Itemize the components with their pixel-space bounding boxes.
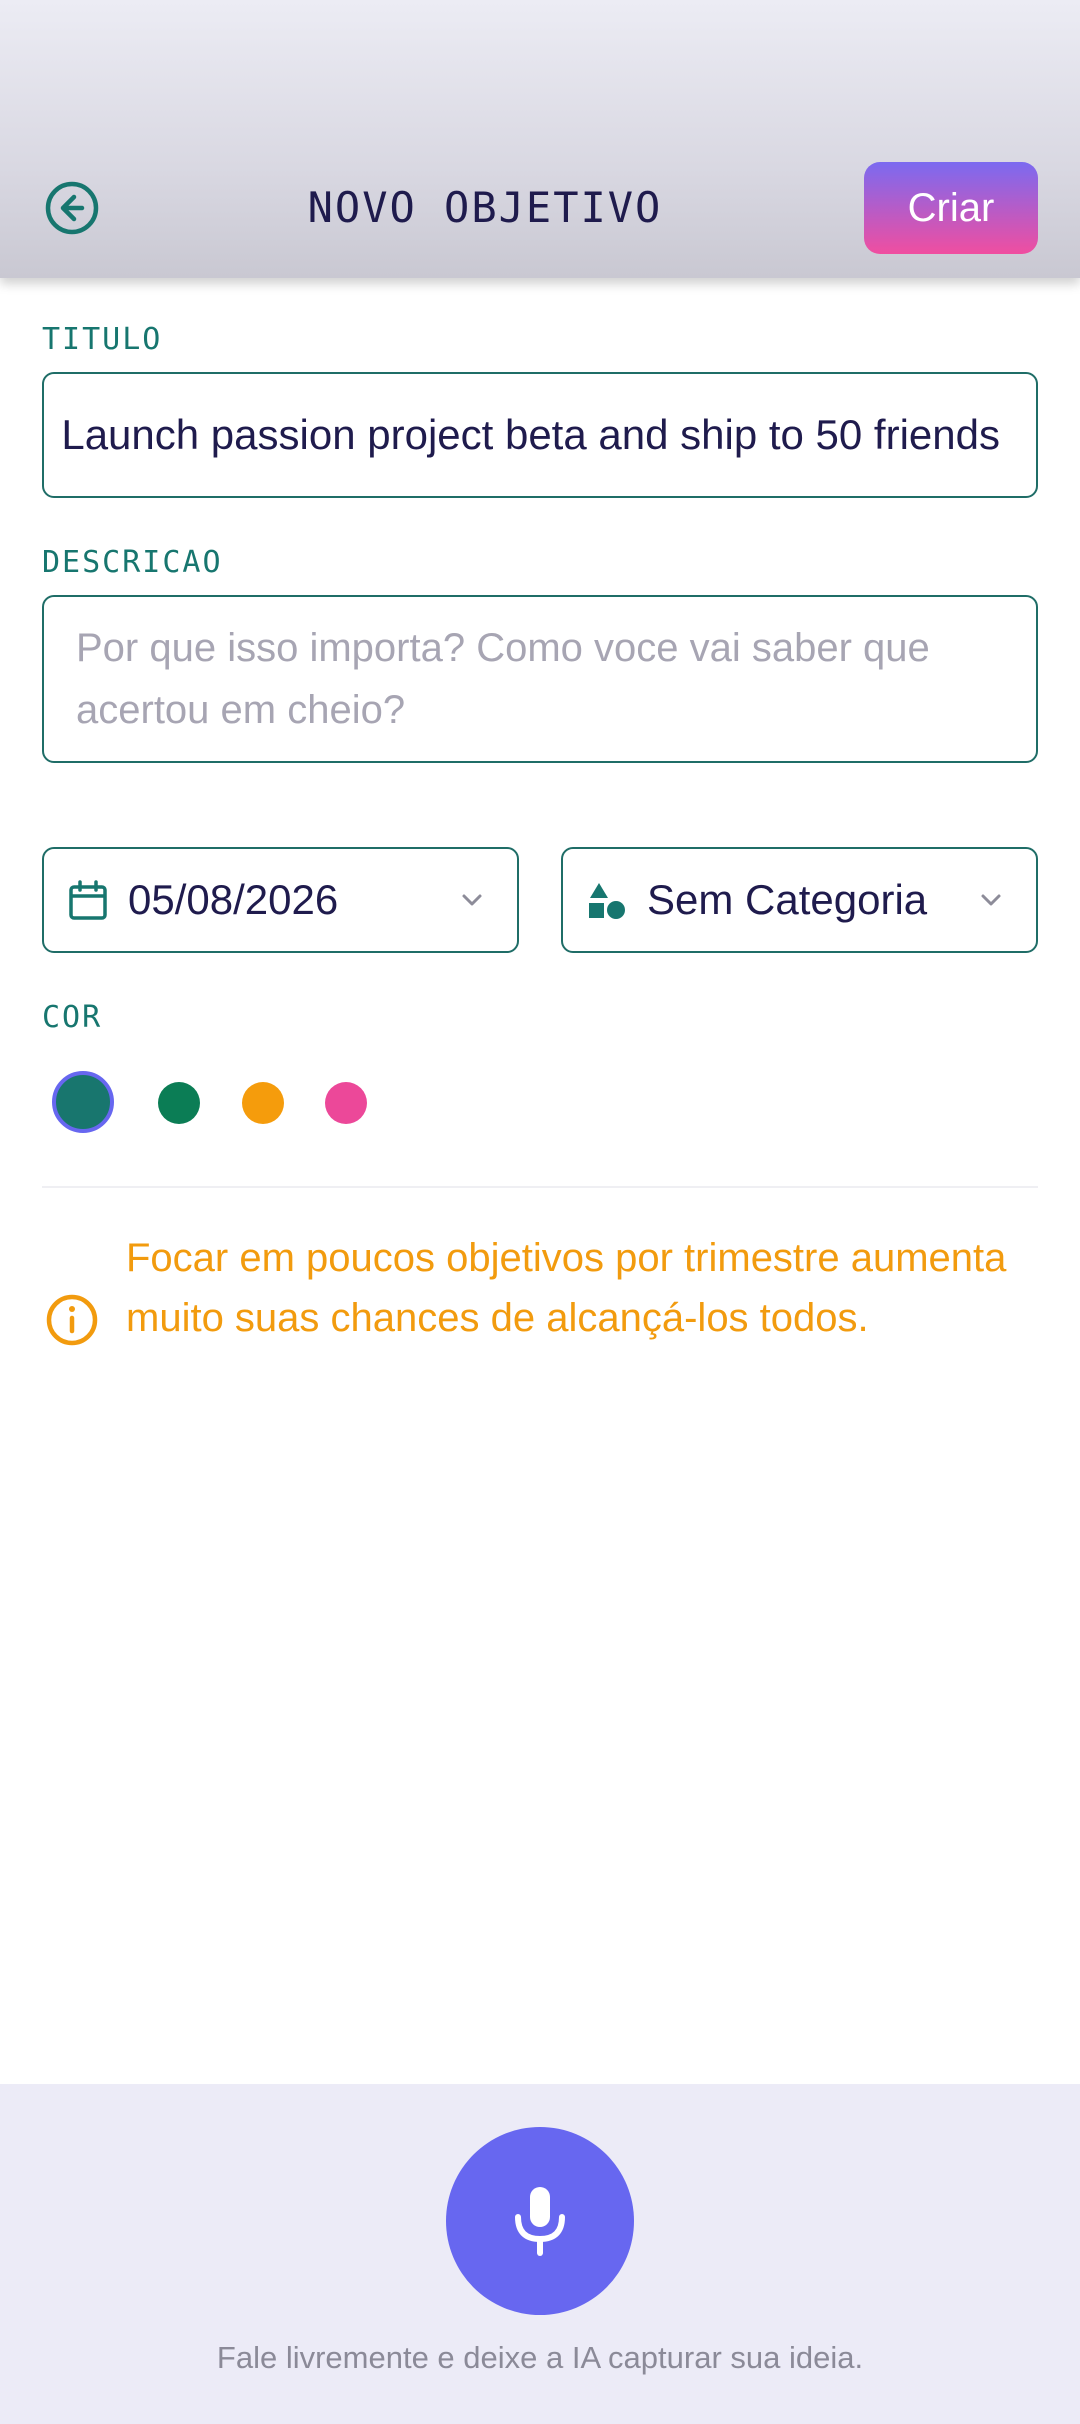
description-label: DESCRICAO xyxy=(42,545,223,580)
voice-hint-text: Fale livremente e deixe a IA capturar su… xyxy=(216,2340,864,2375)
color-label: COR xyxy=(42,1000,103,1035)
date-select[interactable]: 05/08/2026 xyxy=(42,847,519,953)
info-circle-icon xyxy=(46,1294,98,1346)
title-input[interactable]: Launch passion project beta and ship to … xyxy=(42,372,1038,498)
create-button[interactable]: Criar xyxy=(864,162,1038,254)
date-value: 05/08/2026 xyxy=(128,876,339,923)
title-input-value: Launch passion project beta and ship to … xyxy=(61,411,1000,458)
color-swatch-orange[interactable] xyxy=(242,1082,284,1124)
shapes-icon xyxy=(589,883,625,919)
chevron-down-icon xyxy=(462,894,482,906)
microphone-button[interactable] xyxy=(446,2127,634,2315)
description-input[interactable]: Por que isso importa? Como voce vai sabe… xyxy=(42,595,1038,763)
category-value: Sem Categoria xyxy=(647,876,928,923)
description-placeholder: Por que isso importa? Como voce vai sabe… xyxy=(76,626,930,732)
calendar-icon xyxy=(69,880,107,920)
info-tip-text: Focar em poucos objetivos por trimestre … xyxy=(126,1236,1007,1340)
color-swatch-green[interactable] xyxy=(158,1082,200,1124)
chevron-down-icon xyxy=(981,894,1001,906)
title-label: TITULO xyxy=(42,322,163,357)
microphone-icon xyxy=(515,2187,565,2256)
color-swatch-pink[interactable] xyxy=(325,1082,367,1124)
app-header: NOVO OBJETIVO Criar xyxy=(0,0,1080,278)
divider xyxy=(42,1186,1038,1188)
category-select[interactable]: Sem Categoria xyxy=(561,847,1038,953)
color-swatch-teal[interactable] xyxy=(52,1071,114,1133)
